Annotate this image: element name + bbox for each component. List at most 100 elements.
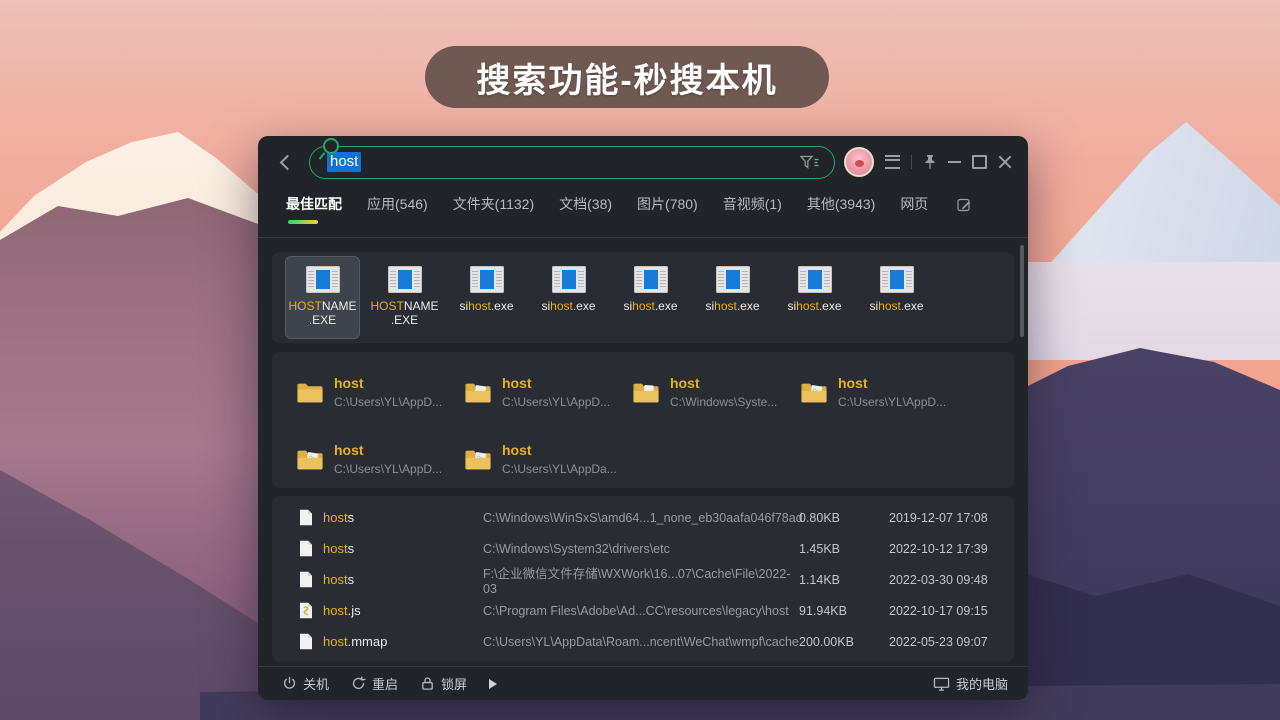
tab-web[interactable]: 网页: [900, 194, 928, 214]
folder-result[interactable]: host C:\Users\YL\AppD...: [296, 371, 464, 413]
header-controls: [844, 147, 1012, 177]
tab-documents[interactable]: 文档(38): [559, 194, 612, 214]
folder-result[interactable]: host C:\Users\YL\AppD...: [800, 371, 968, 413]
folder-result[interactable]: host C:\Users\YL\AppDa...: [464, 438, 632, 480]
folder-icon: [296, 381, 324, 404]
app-result-hostname-exe[interactable]: HOSTNAME.EXE: [285, 256, 360, 339]
power-icon: [282, 676, 297, 691]
file-icon: [299, 633, 314, 650]
file-date: 2022-10-12 17:39: [889, 542, 988, 556]
back-icon[interactable]: [280, 154, 296, 170]
tab-folders[interactable]: 文件夹(1132): [453, 194, 534, 214]
file-row[interactable]: hosts C:\Windows\System32\drivers\etc 1.…: [272, 533, 1014, 564]
tab-images[interactable]: 图片(780): [637, 194, 698, 214]
app-result-hostname-exe[interactable]: HOSTNAME.EXE: [367, 256, 442, 339]
folder-name: host: [838, 375, 946, 391]
file-date: 2022-10-17 09:15: [889, 604, 988, 618]
tab-best-match[interactable]: 最佳匹配: [286, 194, 342, 214]
folder-path: C:\Users\YL\AppD...: [502, 395, 610, 409]
file-size: 1.14KB: [799, 573, 889, 587]
folder-name: host: [502, 442, 617, 458]
folder-name: host: [502, 375, 610, 391]
search-launcher-window: host: [258, 136, 1028, 700]
app-label: HOSTNAME.EXE: [367, 299, 442, 327]
exe-file-icon: [634, 266, 668, 293]
file-path: C:\Program Files\Adobe\Ad...CC\resources…: [483, 604, 799, 618]
app-label: sihost.exe: [613, 299, 688, 313]
app-label: sihost.exe: [859, 299, 934, 313]
folder-result[interactable]: host C:\Windows\Syste...: [632, 371, 800, 413]
folder-path: C:\Windows\Syste...: [670, 395, 777, 409]
search-value-selected[interactable]: host: [327, 152, 361, 172]
exe-file-icon: [388, 266, 422, 293]
exe-file-icon: [798, 266, 832, 293]
file-size: 200.00KB: [799, 635, 889, 649]
folder-icon: [464, 448, 492, 471]
folders-result-card: host C:\Users\YL\AppD... host C:\Users\Y…: [272, 352, 1014, 488]
file-size: 1.45KB: [799, 542, 889, 556]
filter-icon[interactable]: [800, 155, 820, 170]
restart-icon: [351, 676, 366, 691]
app-result-sihost-exe[interactable]: sihost.exe: [777, 256, 852, 339]
folder-path: C:\Users\YL\AppD...: [334, 462, 442, 476]
file-row[interactable]: host.js C:\Program Files\Adobe\Ad...CC\r…: [272, 595, 1014, 626]
folder-result[interactable]: host C:\Users\YL\AppD...: [296, 438, 464, 480]
app-label: HOSTNAME.EXE: [285, 299, 360, 327]
exe-file-icon: [306, 266, 340, 293]
window-header: host: [258, 136, 1028, 188]
folder-name: host: [334, 442, 442, 458]
folder-path: C:\Users\YL\AppD...: [838, 395, 946, 409]
tab-media[interactable]: 音视频(1): [723, 194, 782, 214]
exe-file-icon: [552, 266, 586, 293]
title-banner-text: 搜索功能-秒搜本机: [476, 53, 777, 102]
folder-name: host: [670, 375, 777, 391]
tabs-divider: [258, 237, 1028, 238]
menu-icon[interactable]: [885, 155, 900, 169]
pin-icon[interactable]: [923, 154, 937, 170]
folder-icon: [632, 381, 660, 404]
app-result-sihost-exe[interactable]: sihost.exe: [449, 256, 524, 339]
app-label: sihost.exe: [449, 299, 524, 313]
result-tabs: 最佳匹配 应用(546) 文件夹(1132) 文档(38) 图片(780) 音视…: [286, 194, 1008, 214]
file-size: 0.80KB: [799, 511, 889, 525]
shutdown-button[interactable]: 关机: [282, 674, 329, 693]
tab-apps[interactable]: 应用(546): [367, 194, 428, 214]
tab-others[interactable]: 其他(3943): [807, 194, 875, 214]
folder-icon: [464, 381, 492, 404]
app-label: sihost.exe: [777, 299, 852, 313]
search-input[interactable]: host: [309, 146, 835, 179]
tab-edit-icon[interactable]: [957, 197, 972, 212]
title-banner: 搜索功能-秒搜本机: [425, 46, 829, 108]
app-result-sihost-exe[interactable]: sihost.exe: [859, 256, 934, 339]
folder-result[interactable]: host C:\Users\YL\AppD...: [464, 371, 632, 413]
file-row[interactable]: hosts C:\Windows\WinSxS\amd64...1_none_e…: [272, 502, 1014, 533]
app-label: sihost.exe: [531, 299, 606, 313]
app-result-sihost-exe[interactable]: sihost.exe: [695, 256, 770, 339]
files-result-card: hosts C:\Windows\WinSxS\amd64...1_none_e…: [272, 496, 1014, 662]
my-computer-button[interactable]: 我的电脑: [933, 674, 1008, 693]
lock-screen-button[interactable]: 锁屏: [420, 674, 467, 693]
file-size: 91.94KB: [799, 604, 889, 618]
file-date: 2019-12-07 17:08: [889, 511, 988, 525]
scrollbar[interactable]: [1020, 245, 1024, 337]
expand-arrow-icon[interactable]: [489, 679, 497, 689]
file-row[interactable]: host.mmap C:\Users\YL\AppData\Roam...nce…: [272, 626, 1014, 657]
file-row[interactable]: hosts F:\企业微信文件存储\WXWork\16...07\Cache\F…: [272, 564, 1014, 595]
file-path: F:\企业微信文件存储\WXWork\16...07\Cache\File\20…: [483, 563, 799, 596]
maximize-icon[interactable]: [972, 155, 987, 169]
file-date: 2022-03-30 09:48: [889, 573, 988, 587]
close-icon[interactable]: [998, 155, 1012, 169]
desktop: 搜索功能-秒搜本机 host: [0, 0, 1280, 720]
file-path: C:\Windows\System32\drivers\etc: [483, 542, 799, 556]
js-file-icon: [299, 602, 314, 619]
exe-file-icon: [470, 266, 504, 293]
monitor-icon: [933, 676, 950, 691]
minimize-icon[interactable]: [948, 161, 961, 163]
app-result-sihost-exe[interactable]: sihost.exe: [531, 256, 606, 339]
app-result-sihost-exe[interactable]: sihost.exe: [613, 256, 688, 339]
folder-icon: [296, 448, 324, 471]
user-avatar[interactable]: [844, 147, 874, 177]
restart-button[interactable]: 重启: [351, 674, 398, 693]
window-footer: 关机 重启 锁屏 我的电脑: [258, 666, 1028, 700]
file-icon: [299, 540, 314, 557]
